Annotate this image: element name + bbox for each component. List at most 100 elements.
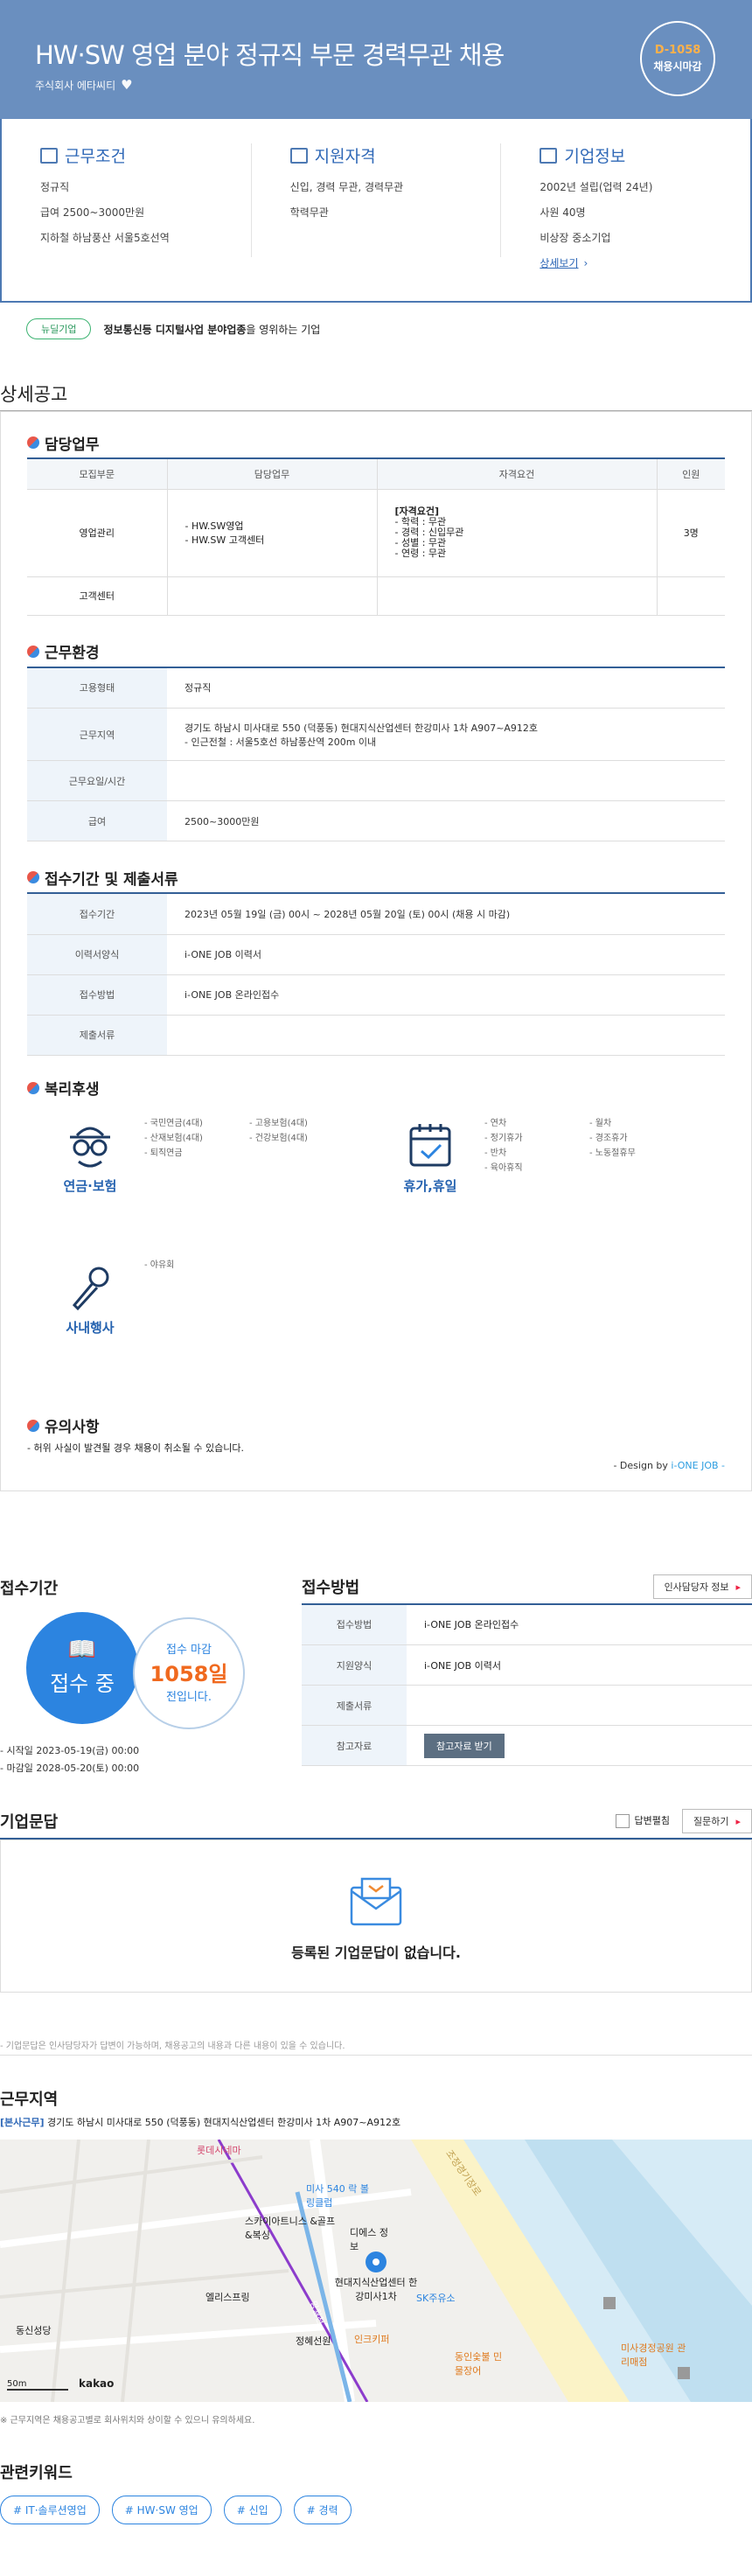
ask-question-button[interactable]: 질문하기 ▸ [681,1808,752,1833]
benefit-name: 사내행사 [66,1319,115,1336]
company-detail-link[interactable]: 상세보기 [540,257,578,269]
tagline-text: 정보통신등 디지털사업 분야업종을 영위하는 기업 [103,322,320,337]
hr-contact-label: 인사담당자 정보 [664,1581,729,1593]
end-date: - 마감일 2028-05-20(토) 00:00 [0,1762,140,1774]
company-line: 사원 40명 [540,206,586,219]
table-row: 근무지역 경기도 하남시 미사대로 550 (덕풍동) 현대지식산업센터 한강미사… [27,708,725,761]
qa-notice: - 기업문답은 인사담당자가 답변이 가능하며, 채용공고의 내용과 다른 내용… [0,2038,752,2056]
req-line: - 연령 : 무관 [394,548,447,559]
caution-title: 유의사항 [45,1419,100,1436]
row-label: 접수방법 [27,974,167,1016]
table-row: 접수기간 2023년 05월 19일 (금) 00시 ~ 2028년 05월 20… [27,894,725,935]
row-value: i-ONE JOB 이력서 [407,1644,752,1686]
mail-icon [1,1875,751,1930]
company-line: 비상장 중소기업 [540,232,611,244]
qualification-column: 지원자격 신입, 경력 무관, 경력무관 학력무관 [252,143,502,257]
welfare-title: 복리후생 [45,1081,100,1099]
keyword-tag[interactable]: # 신입 [223,2495,282,2524]
apply-section: 접수기간 및 제출서류 접수기간 2023년 05월 19일 (금) 00시 ~ … [27,862,725,1056]
method-title: 접수방법 [302,1578,360,1597]
task-cell [167,576,378,616]
method-table: 접수방법 i-ONE JOB 온라인접수 지원양식 i-ONE JOB 이력서 제출… [302,1604,752,1766]
company-name[interactable]: 주식회사 에타씨티 ♥ [35,77,133,93]
dday-badge: D-1058 채용시마감 [640,21,715,96]
qualification-line: 신입, 경력 무관, 경력무관 [289,181,404,193]
welfare-section: 복리후생 연금·보험 - 국민연금(4대) - 고용보험(4대) - 산재보험(… [27,1073,725,1411]
map-label: SK주유소 [416,2292,456,2304]
keywords-title: 관련키워드 [0,2463,73,2482]
table-row: 급여 2500~3000만원 [27,800,725,841]
location-section: 근무지역 [본사근무] 경기도 하남시 미사대로 550 (덕풍동) 현대지식산… [0,2087,752,2426]
env-section: 근무환경 고용형태 정규직 근무지역 경기도 하남시 미사대로 550 (덕풍동) … [27,637,725,841]
benefit-item: - 경조휴가 [589,1133,628,1143]
table-row: 고객센터 [27,576,725,616]
deadline-circle: 접수 마감 1058일 전입니다. [133,1616,245,1729]
row-value: i-ONE JOB 온라인접수 [407,1604,752,1645]
keyword-tag[interactable]: # 경력 [293,2495,352,2524]
dday-subtitle: 채용시마감 [653,60,702,73]
map-label: 동인숯불 민물장어 [455,2350,503,2377]
job-title: HW·SW 영업 분야 정규직 부문 경력무관 채용 [35,40,505,70]
detail-panel: 담당업무 모집부문 담당업무 자격요건 인원 영업관리 - HW.SW영업 - H… [0,411,752,1491]
location-note: ※ 근무지역은 채용공고별로 회사위치와 상이할 수 있으니 유의하세요. [0,2415,255,2426]
download-reference-button[interactable]: 참고자료 받기 [424,1733,505,1758]
tagline: 뉴딜기업 정보통신등 디지털사업 분야업종을 영위하는 기업 [0,311,752,346]
benefit-item: - 국민연금(4대) [144,1118,203,1128]
qa-empty: 등록된 기업문답이 없습니다. [0,1839,752,1993]
tagline-rest: 을 영위하는 기업 [246,323,321,336]
calendar-icon [376,1115,484,1176]
flag-icon [40,147,58,164]
table-row: 고용형태 정규직 [27,667,725,709]
task-line: - HW.SW 고객센터 [185,534,265,546]
expand-answers-label: 답변펼침 [634,1815,670,1826]
benefit-name: 휴가,휴일 [403,1177,457,1194]
qa-section: 기업문답 답변펼침 질문하기 ▸ 등록된 기업문답이 없습니다. [0,1805,752,1993]
keyword-tag[interactable]: # HW·SW 영업 [111,2495,212,2524]
qualification-title: 지원자격 [314,147,376,166]
microphone-icon [36,1257,144,1318]
expand-answers-toggle[interactable]: 답변펼침 [615,1813,670,1828]
id-card-icon [289,147,308,164]
dday-count: D-1058 [654,44,701,57]
status-text: 접수 중 [50,1671,115,1696]
benefit-list: - 국민연금(4대) - 고용보험(4대) - 산재보험(4대) - 건강보험(… [144,1115,354,1257]
deadline-days: 1058일 [150,1661,228,1686]
location-title: 근무지역 [0,2090,59,2109]
map-label: 롯데시네마 [197,2144,241,2156]
row-value: 2500~3000만원 [167,800,725,841]
company-info-title: 기업정보 [564,147,626,166]
summary-panel: 근무조건 정규직 급여 2500~3000만원 지하철 하남풍산 서울5호선역 … [0,119,752,303]
bullet-icon [27,871,39,883]
keyword-tag[interactable]: # IT·솔루션영업 [0,2495,100,2524]
row-label: 근무지역 [27,708,167,761]
company-link[interactable]: 주식회사 에타씨티 [35,80,115,92]
benefit-item: - 월차 [589,1118,612,1128]
task-line: - HW.SW영업 [185,520,244,532]
count-cell: 3명 [657,489,725,577]
benefit-item: - 연차 [484,1118,507,1128]
benefit-list: - 연차 - 월차 - 정기휴가 - 경조휴가 - 반차 - 노동절휴무 - 육… [484,1115,694,1257]
env-table: 고용형태 정규직 근무지역 경기도 하남시 미사대로 550 (덕풍동) 현대지식산… [27,667,725,841]
bullet-icon [27,645,39,658]
hr-contact-button[interactable]: 인사담당자 정보 ▸ [652,1574,752,1599]
book-icon: 📖 [67,1636,97,1663]
benefit-group: 연금·보험 - 국민연금(4대) - 고용보험(4대) - 산재보험(4대) -… [36,1115,376,1257]
benefit-group: 사내행사 - 야유회 [36,1257,376,1399]
benefit-item: - 고용보험(4대) [249,1118,308,1128]
detail-title: 상세공고 [0,376,752,411]
map-label: 미사경정공원 관리매점 [621,2342,686,2368]
heart-icon[interactable]: ♥ [121,77,132,93]
row-label: 고용형태 [27,667,167,709]
chevron-right-icon[interactable]: › [584,257,588,269]
deadline-suffix: 전입니다. [166,1690,212,1704]
count-cell [657,576,725,616]
arrow-right-icon: ▸ [735,1581,741,1593]
duty-title: 담당업무 [45,436,100,454]
bullet-icon [27,1419,39,1432]
qualification-line: 학력무관 [289,206,329,219]
row-label: 급여 [27,800,167,841]
checkbox[interactable] [615,1814,630,1828]
map-brand: kakao [79,2377,115,2390]
map[interactable]: 롯데시네마 미사 540 락 볼링클럽 스카이아트니스 &골프&복싱 디에스 정… [0,2139,752,2402]
table-row: 참고자료 참고자료 받기 [302,1725,752,1766]
